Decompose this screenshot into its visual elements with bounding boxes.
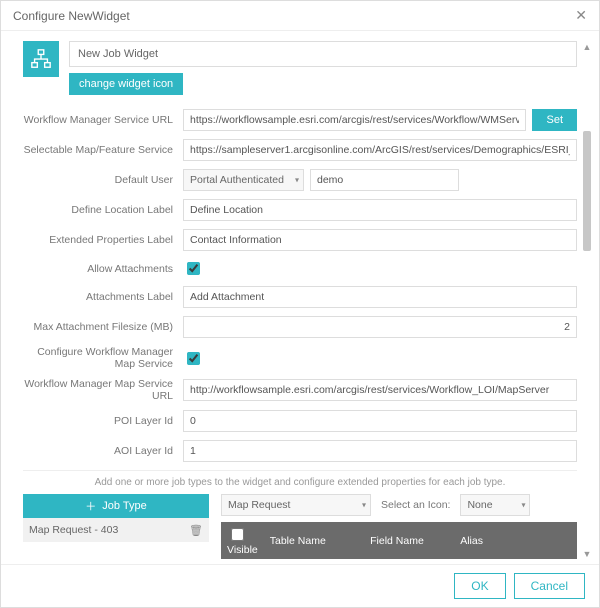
default-user-mode-select[interactable]: Portal Authenticated: [183, 169, 304, 191]
config-wm-map-label: Configure Workflow Manager Map Service: [23, 346, 183, 370]
max-attach-size-input[interactable]: [183, 316, 577, 338]
allow-attachments-checkbox[interactable]: [187, 262, 200, 275]
close-icon[interactable]: ✕: [575, 7, 587, 24]
plus-icon: ＋: [85, 498, 96, 514]
job-type-icon-select[interactable]: None: [460, 494, 530, 516]
col-table-name: Table Name: [264, 522, 364, 559]
table-row: sde.wmx.extprops contact_email Contact E…: [221, 559, 577, 564]
trash-icon[interactable]: 🗑: [189, 524, 203, 537]
job-type-select[interactable]: Map Request: [221, 494, 371, 516]
aoi-layer-input[interactable]: [183, 440, 577, 462]
selectable-map-label: Selectable Map/Feature Service: [23, 144, 183, 156]
default-user-mode-select-wrap[interactable]: Portal Authenticated: [183, 169, 304, 191]
max-attach-size-label: Max Attachment Filesize (MB): [23, 321, 183, 333]
row-table-name: sde.wmx.extprops: [264, 559, 364, 564]
widget-name-input[interactable]: [69, 41, 577, 67]
dialog-footer: OK Cancel: [1, 564, 599, 607]
dialog-titlebar: Configure NewWidget ✕: [1, 1, 599, 31]
ok-button[interactable]: OK: [454, 573, 505, 599]
define-location-input[interactable]: [183, 199, 577, 221]
wm-service-url-label: Workflow Manager Service URL: [23, 114, 183, 126]
job-type-item-label: Map Request - 403: [29, 524, 118, 536]
ext-props-label: Extended Properties Label: [23, 234, 183, 246]
aoi-layer-label: AOI Layer Id: [23, 445, 183, 457]
ext-props-table: Visible Table Name Field Name Alias sde.…: [221, 522, 577, 564]
poi-layer-input[interactable]: [183, 410, 577, 432]
config-wm-map-checkbox[interactable]: [187, 352, 200, 365]
ext-props-input[interactable]: [183, 229, 577, 251]
default-user-input[interactable]: [310, 169, 459, 191]
poi-layer-label: POI Layer Id: [23, 415, 183, 427]
dialog-body: change widget icon Workflow Manager Serv…: [1, 31, 599, 564]
scroll-down-arrow-icon[interactable]: ▼: [581, 548, 593, 560]
col-field-name: Field Name: [364, 522, 454, 559]
dialog-title: Configure NewWidget: [13, 9, 130, 23]
set-button[interactable]: Set: [532, 109, 577, 131]
attachments-label-label: Attachments Label: [23, 291, 183, 303]
wm-map-url-label: Workflow Manager Map Service URL: [23, 378, 183, 402]
col-visible: Visible: [227, 544, 258, 556]
job-type-icon-select-wrap[interactable]: None: [460, 494, 530, 516]
vertical-scrollbar[interactable]: ▲ ▼: [581, 41, 593, 560]
wm-map-url-input[interactable]: [183, 379, 577, 401]
col-alias: Alias: [454, 522, 577, 559]
scroll-thumb[interactable]: [583, 131, 591, 251]
add-job-type-label: Job Type: [102, 500, 146, 512]
cancel-button[interactable]: Cancel: [514, 573, 585, 599]
visible-header-checkbox[interactable]: [231, 528, 244, 541]
job-type-list-item[interactable]: Map Request - 403 🗑: [23, 518, 209, 542]
row-alias: Contact Email: [454, 559, 577, 564]
job-type-help-text: Add one or more job types to the widget …: [23, 477, 577, 488]
org-chart-icon: [30, 48, 52, 70]
job-type-select-wrap[interactable]: Map Request: [221, 494, 371, 516]
scroll-up-arrow-icon[interactable]: ▲: [581, 41, 593, 53]
change-widget-icon-button[interactable]: change widget icon: [69, 73, 183, 95]
default-user-label: Default User: [23, 174, 183, 186]
select-icon-label: Select an Icon:: [381, 499, 450, 511]
row-field-name: contact_email: [364, 559, 454, 564]
attachments-label-input[interactable]: [183, 286, 577, 308]
widget-icon-tile: [23, 41, 59, 77]
wm-service-url-input[interactable]: [183, 109, 526, 131]
allow-attachments-label: Allow Attachments: [23, 263, 183, 275]
selectable-map-input[interactable]: [183, 139, 577, 161]
add-job-type-button[interactable]: ＋ Job Type: [23, 494, 209, 518]
configure-widget-dialog: Configure NewWidget ✕ change widget icon…: [0, 0, 600, 608]
define-location-label: Define Location Label: [23, 204, 183, 216]
